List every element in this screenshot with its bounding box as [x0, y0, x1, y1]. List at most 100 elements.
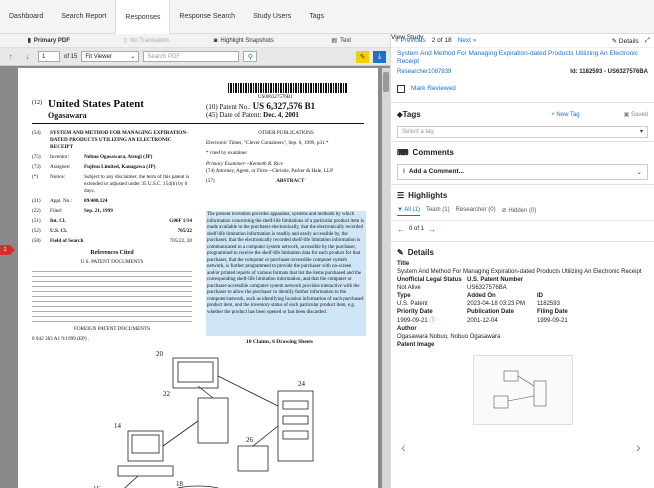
previous-button[interactable]: « Previous: [395, 37, 426, 44]
field-value: 09/400,124: [84, 198, 108, 205]
legal-status-label: Unofficial Legal Status: [397, 277, 462, 284]
field-row: (*) Notice: Subject to any disclaimer, the…: [32, 174, 192, 195]
viewer-tabs: ▮ Primary PDF ▯ No Translation ◙ Highlight …: [0, 34, 390, 48]
new-tag-button[interactable]: + New Tag: [551, 112, 579, 118]
field-key: Filed:: [50, 208, 63, 215]
attorney: (74) Attorney, Agent, or Firm—Christie, …: [206, 168, 334, 175]
tab-responses[interactable]: Responses: [115, 0, 171, 35]
divider: [32, 123, 364, 124]
highlight-marker-icon[interactable]: 1: [0, 245, 15, 255]
camera-icon: ◙: [213, 37, 218, 44]
tab-dashboard[interactable]: Dashboard: [0, 0, 52, 34]
references-list: [32, 269, 192, 325]
field-value: Sep. 21, 1999: [84, 208, 113, 215]
top-nav: Dashboard Search Report Responses Respon…: [0, 0, 654, 488]
refs-title: References Cited: [90, 250, 134, 257]
info-icon[interactable]: ⓘ: [429, 318, 435, 324]
patent-image-thumbnail[interactable]: [472, 354, 573, 425]
next-page-icon[interactable]: ↓: [21, 51, 34, 63]
filter-researcher[interactable]: Researcher (0): [456, 207, 496, 216]
response-title[interactable]: System And Method For Managing Expiratio…: [391, 48, 654, 69]
tags-label: Tags: [402, 110, 421, 120]
page-input[interactable]: 1: [38, 51, 60, 62]
highlights-header: ☰ Highlights: [391, 188, 654, 203]
thumbnail-drawing: [493, 370, 546, 409]
tab-no-translation[interactable]: ▯ No Translation: [98, 37, 196, 45]
comments-icon: ⌨: [397, 147, 409, 157]
tab-text[interactable]: ▤ Text: [293, 37, 391, 45]
tab-highlight-snapshots[interactable]: ◙ Highlight Snapshots: [195, 38, 293, 44]
filter-all[interactable]: ▼ All (1): [397, 207, 420, 216]
mark-reviewed-row[interactable]: Mark Reviewed: [391, 75, 654, 99]
field-code: (22): [32, 208, 41, 215]
field-key: Field of Search: [50, 238, 84, 245]
prev-page-icon[interactable]: ↑: [4, 51, 17, 63]
pdf-icon: ▮: [27, 38, 31, 44]
cited-note: * cited by examiner: [206, 150, 248, 157]
expand-icon[interactable]: ⤢: [645, 37, 650, 45]
download-icon[interactable]: ⤓: [373, 50, 386, 63]
filter-team[interactable]: Team (1): [426, 207, 450, 216]
scroll-thumb[interactable]: [383, 72, 389, 92]
refs-subtitle: U.S. PATENT DOCUMENTS: [80, 259, 144, 266]
viewer-scrollbar[interactable]: [382, 68, 390, 488]
patent-inventor-line: Ogasawara: [48, 111, 87, 120]
field-row: (22) Filed: Sep. 21, 1999: [32, 208, 192, 215]
author-label: Author: [397, 325, 417, 332]
mark-reviewed-label: Mark Reviewed: [411, 85, 456, 93]
highlight-page: 0 of 1: [409, 226, 425, 233]
abstract-highlight[interactable]: The present invention provides apparatus…: [206, 211, 366, 336]
field-code: (58): [32, 238, 41, 245]
field-row: (52) U.S. Cl. 705/22: [32, 228, 192, 235]
add-comment-button[interactable]: I Add a Comment... ⌄: [397, 163, 648, 180]
tab-primary-pdf[interactable]: ▮ Primary PDF: [0, 37, 98, 45]
claims-line: 10 Claims, 6 Drawing Sheets: [246, 339, 314, 345]
viewer-toolbar: ↑ ↓ 1 of 15 Fit Viewer ⌄ Search PDF ⚲ ✎ ⤓: [0, 48, 390, 66]
publication-value: 2001-12-04: [467, 317, 498, 324]
image-prev-icon[interactable]: ‹: [401, 439, 406, 455]
field-row: (58) Field of Search 705/22, 28: [32, 238, 192, 245]
priority-date: 1999-09-21 ⓘ: [397, 317, 467, 325]
response-id: Id: 1182593 - US6327576BA: [570, 68, 648, 75]
tag-select[interactable]: Select a tag ▾: [397, 125, 648, 138]
field-row: (75) Inventor: Nobuo Ogasawara, Atsugi (JP…: [32, 154, 192, 161]
divider: [391, 183, 654, 185]
details-panel: « Previous 2 of 18 Next » ✎ Details ⤢ Sy…: [390, 34, 654, 488]
tab-response-search[interactable]: Response Search: [170, 0, 244, 34]
search-pdf-input[interactable]: Search PDF: [143, 51, 240, 62]
field-code: (54): [32, 130, 41, 136]
other-publications-title: OTHER PUBLICATIONS: [258, 130, 314, 136]
search-icon[interactable]: ⚲: [243, 51, 258, 62]
next-button[interactable]: Next »: [458, 37, 477, 44]
highlighter-icon[interactable]: ✎: [356, 50, 369, 63]
patent-no: US 6,327,576 B1: [252, 101, 316, 111]
image-next-icon[interactable]: ›: [636, 439, 641, 455]
id-label: ID: [537, 293, 543, 300]
patent-left-column: (54) SYSTEM AND METHOD FOR MANAGING EXPIR…: [32, 130, 192, 343]
arrow-right-icon[interactable]: →: [428, 225, 436, 234]
field-key: Assignee:: [50, 164, 71, 171]
title-value: System And Method For Managing Expiratio…: [397, 268, 642, 275]
mark-reviewed-checkbox[interactable]: [397, 84, 405, 93]
figure-label-20: 20: [156, 350, 164, 358]
patent-heading: United States Patent: [48, 98, 144, 110]
field-code: (52): [32, 228, 41, 235]
figure-label-26: 26: [246, 436, 254, 444]
publication-label: Publication Date: [467, 309, 515, 316]
arrow-left-icon[interactable]: ←: [397, 225, 405, 234]
field-value: SYSTEM AND METHOD FOR MANAGING EXPIRATIO…: [50, 130, 188, 151]
tab-search-report[interactable]: Search Report: [52, 0, 115, 34]
details-toggle[interactable]: ✎ Details: [612, 37, 639, 45]
patent-number-line: (10) Patent No.: US 6,327,576 B1: [206, 101, 315, 111]
tab-tags[interactable]: Tags: [300, 0, 333, 34]
added-value: 2023-04-18 03:23 PM: [467, 301, 526, 308]
zoom-select[interactable]: Fit Viewer ⌄: [81, 51, 140, 62]
chevron-down-icon: ⌄: [130, 54, 136, 60]
details-row: Priority Date Publication Date Filing Date: [397, 308, 648, 316]
details-row: Type Added On ID: [397, 292, 648, 300]
filter-hidden[interactable]: ⊘ Hidden (0): [502, 207, 537, 216]
patent-right-column: OTHER PUBLICATIONS Electronic Times, "Cl…: [206, 130, 366, 185]
researcher-link[interactable]: Researcher1087839: [397, 69, 451, 75]
tab-study-users[interactable]: Study Users: [244, 0, 300, 34]
abstract-code: (57): [206, 178, 215, 185]
